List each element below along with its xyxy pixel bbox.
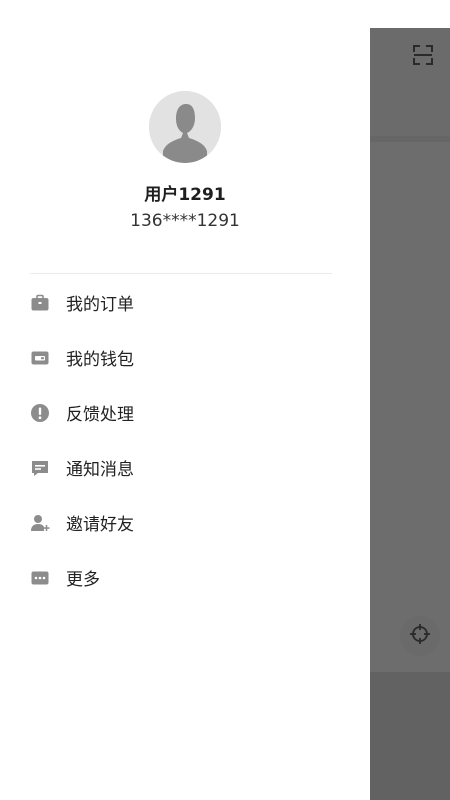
exclamation-circle-icon	[30, 403, 50, 423]
side-drawer: 用户1291 136****1291 我的订单 我的钱包 反馈处理 通知消息 邀…	[0, 0, 370, 800]
message-icon	[30, 458, 50, 478]
drawer-menu: 我的订单 我的钱包 反馈处理 通知消息 邀请好友 更多	[0, 275, 370, 605]
divider	[30, 273, 332, 274]
more-icon	[30, 568, 50, 588]
scan-icon	[412, 44, 434, 70]
menu-item-feedback[interactable]: 反馈处理	[0, 385, 370, 440]
scan-button[interactable]	[410, 44, 436, 70]
avatar-placeholder-icon	[149, 91, 221, 163]
underlay-map	[370, 142, 450, 672]
menu-item-invite[interactable]: 邀请好友	[0, 495, 370, 550]
menu-item-notifications[interactable]: 通知消息	[0, 440, 370, 495]
screen: 用户1291 136****1291 我的订单 我的钱包 反馈处理 通知消息 邀…	[0, 0, 450, 800]
menu-item-more[interactable]: 更多	[0, 550, 370, 605]
menu-item-label: 我的钱包	[66, 350, 134, 370]
menu-item-wallet[interactable]: 我的钱包	[0, 330, 370, 385]
avatar[interactable]	[149, 91, 221, 163]
locate-button[interactable]	[400, 616, 440, 656]
wallet-icon	[30, 348, 50, 368]
menu-item-label: 邀请好友	[66, 515, 134, 535]
underlay-bottom	[370, 672, 450, 800]
menu-item-label: 反馈处理	[66, 405, 134, 425]
crosshair-icon	[409, 623, 431, 649]
briefcase-icon	[30, 293, 50, 313]
underlay-overlay[interactable]	[370, 0, 450, 800]
status-strip	[370, 0, 450, 28]
menu-item-label: 更多	[66, 570, 100, 590]
user-name: 用户1291	[144, 185, 226, 205]
menu-item-label: 我的订单	[66, 295, 134, 315]
user-phone: 136****1291	[130, 211, 240, 231]
menu-item-orders[interactable]: 我的订单	[0, 275, 370, 330]
add-user-icon	[30, 513, 50, 533]
menu-item-label: 通知消息	[66, 460, 134, 480]
